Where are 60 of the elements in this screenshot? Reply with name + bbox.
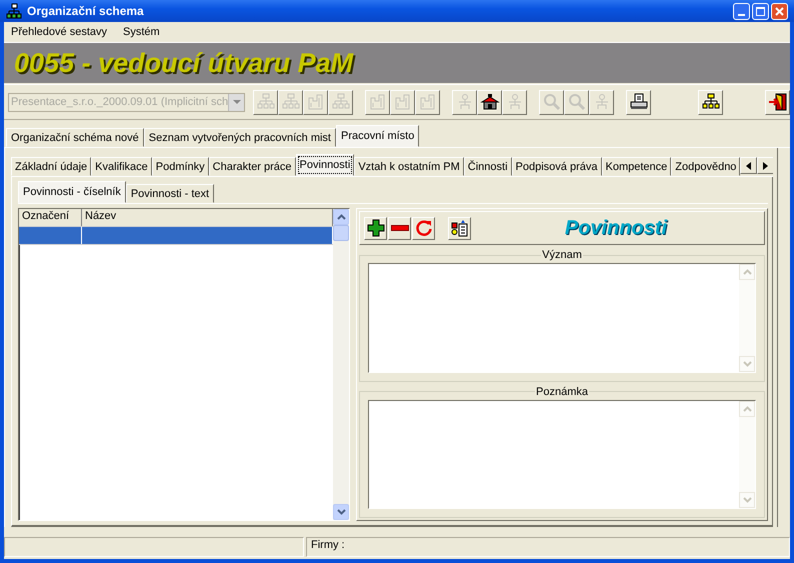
menu-item[interactable]: Systém xyxy=(121,26,162,38)
window-title: Organizační schema xyxy=(27,4,145,18)
tab[interactable]: Povinnosti - číselník xyxy=(18,181,126,203)
magnifier-icon xyxy=(566,92,587,112)
toolbar-button[interactable] xyxy=(698,90,724,114)
minus-icon xyxy=(390,225,408,231)
panel-heading: Povinnosti xyxy=(564,216,668,240)
tab[interactable]: Seznam vytvořených pracovních mist xyxy=(144,128,336,147)
tab[interactable]: Pracovní místo xyxy=(336,125,420,147)
scroll-up-button[interactable] xyxy=(333,209,349,225)
tab[interactable]: Zodpovědno xyxy=(671,157,740,176)
tab[interactable]: Podmínky xyxy=(152,157,209,176)
dropdown-arrow-icon xyxy=(232,100,241,104)
plus-icon xyxy=(366,219,384,237)
minimize-icon xyxy=(738,14,745,16)
close-icon xyxy=(775,6,784,16)
refresh-button[interactable] xyxy=(412,216,435,240)
toolbar-button[interactable] xyxy=(626,90,652,114)
document-icon xyxy=(450,219,468,237)
toolbar-button[interactable] xyxy=(477,90,502,114)
memo-field[interactable] xyxy=(368,263,756,372)
banner-title: 0055 - vedoucí útvaru PaM xyxy=(14,48,354,78)
menu-item[interactable]: Přehledové sestavy xyxy=(9,26,109,38)
table-row[interactable] xyxy=(19,227,333,245)
house-icon xyxy=(480,92,500,112)
tab[interactable]: Kvalifikace xyxy=(91,157,152,176)
toolbar-button[interactable] xyxy=(765,90,790,114)
close-button[interactable] xyxy=(771,2,788,20)
column-header[interactable]: Označení xyxy=(19,209,82,226)
memo-field[interactable] xyxy=(368,400,756,509)
add-button[interactable] xyxy=(364,216,387,240)
left-arrow-icon xyxy=(746,162,752,170)
tab[interactable]: Povinnosti - text xyxy=(126,184,214,203)
tab[interactable]: Základní údaje xyxy=(11,157,92,176)
maximize-button[interactable] xyxy=(752,2,769,20)
tab[interactable]: Povinnosti xyxy=(296,154,354,176)
maximize-icon xyxy=(756,6,765,16)
group-label: Poznámka xyxy=(535,386,589,398)
minimize-button[interactable] xyxy=(733,2,750,20)
tab[interactable]: Vztah k ostatním PM xyxy=(354,157,464,176)
refresh-icon xyxy=(414,219,432,237)
scroll-left-button[interactable] xyxy=(740,157,758,174)
tab[interactable]: Organizační schéma nové xyxy=(6,128,144,147)
tab[interactable]: Charakter práce xyxy=(208,157,296,176)
tab[interactable]: Kompetence xyxy=(602,157,672,176)
remove-button[interactable] xyxy=(388,216,411,240)
tab[interactable]: Činnosti xyxy=(464,157,512,176)
scroll-down-button[interactable] xyxy=(333,504,349,520)
report-button[interactable] xyxy=(448,216,471,240)
magnifier-icon xyxy=(542,92,562,112)
door-exit-icon xyxy=(768,92,788,112)
tab[interactable]: Podpisová práva xyxy=(512,157,602,176)
group-label: Význam xyxy=(541,249,583,261)
org-chart-icon xyxy=(6,3,22,19)
scroll-thumb[interactable] xyxy=(333,225,349,241)
printer-icon xyxy=(628,92,649,112)
status-text: Firmy : xyxy=(306,537,790,557)
scrollbar[interactable] xyxy=(333,209,349,520)
right-arrow-icon xyxy=(763,162,768,170)
scroll-right-button[interactable] xyxy=(757,157,773,174)
